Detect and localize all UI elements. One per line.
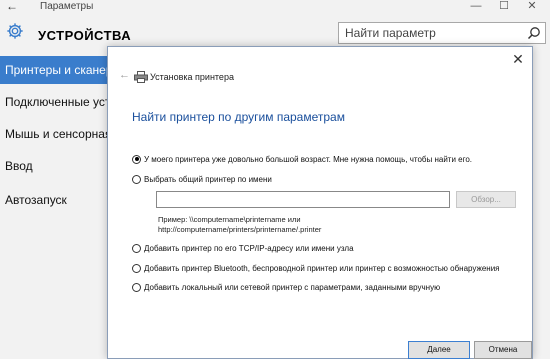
search-input[interactable] [339, 23, 519, 43]
dialog-back-arrow-icon[interactable]: ← [119, 69, 130, 81]
sidebar-item-connected-devices[interactable]: Подключенные устройства [0, 88, 110, 116]
example-line-1: Пример: \\computername\printername или [158, 215, 301, 224]
option-label: Выбрать общий принтер по имени [144, 174, 272, 184]
back-arrow-icon[interactable]: ← [6, 0, 18, 13]
close-window-button[interactable]: ✕ [522, 0, 542, 13]
printer-name-input[interactable] [156, 191, 450, 208]
option-old-printer[interactable]: У моего принтера уже довольно большой во… [132, 152, 472, 166]
option-label: Добавить принтер по его TCP/IP-адресу ил… [144, 243, 354, 253]
option-label: Добавить принтер Bluetooth, беспроводной… [144, 263, 500, 273]
window-title: Параметры [40, 1, 94, 12]
radio-button[interactable] [132, 263, 141, 273]
option-label: Добавить локальный или сетевой принтер с… [144, 282, 441, 292]
dialog-heading: Найти принтер по другим параметрам [132, 110, 345, 124]
example-text: Пример: \\computername\printername или h… [158, 215, 321, 235]
dialog-close-button[interactable]: ✕ [510, 51, 526, 67]
option-bluetooth-wireless[interactable]: Добавить принтер Bluetooth, беспроводной… [132, 261, 500, 275]
radio-button[interactable] [132, 282, 141, 292]
radio-button[interactable] [132, 174, 141, 184]
example-line-2: http://computername/printers/printername… [158, 225, 322, 234]
browse-button[interactable]: Обзор... [456, 191, 516, 208]
radio-button-checked[interactable] [132, 154, 141, 164]
sidebar-item-mouse-touchpad[interactable]: Мышь и сенсорная панель [0, 120, 110, 148]
search-icon[interactable] [527, 26, 541, 40]
option-shared-printer-by-name[interactable]: Выбрать общий принтер по имени [132, 172, 272, 186]
page-title: УСТРОЙСТВА [38, 28, 132, 43]
sidebar-item-printers[interactable]: Принтеры и сканеры [0, 56, 110, 84]
option-label: У моего принтера уже довольно большой во… [144, 154, 473, 164]
minimize-button[interactable]: — [466, 0, 486, 13]
option-tcp-ip[interactable]: Добавить принтер по его TCP/IP-адресу ил… [132, 241, 354, 255]
sidebar-item-autoplay[interactable]: Автозапуск [0, 186, 110, 214]
add-printer-dialog: ✕ ← Установка принтера Найти принтер по … [107, 46, 533, 359]
dialog-title: Установка принтера [150, 72, 234, 82]
gear-icon [7, 23, 23, 39]
next-button[interactable]: Далее [408, 341, 470, 359]
printer-icon [134, 71, 148, 83]
title-bar: ← Параметры — ☐ ✕ [0, 0, 550, 14]
sidebar-item-typing[interactable]: Ввод [0, 152, 110, 180]
maximize-button[interactable]: ☐ [494, 0, 514, 13]
search-box [338, 22, 546, 44]
cancel-button[interactable]: Отмена [474, 341, 532, 359]
radio-button[interactable] [132, 243, 141, 253]
option-local-network-manual[interactable]: Добавить локальный или сетевой принтер с… [132, 280, 440, 294]
